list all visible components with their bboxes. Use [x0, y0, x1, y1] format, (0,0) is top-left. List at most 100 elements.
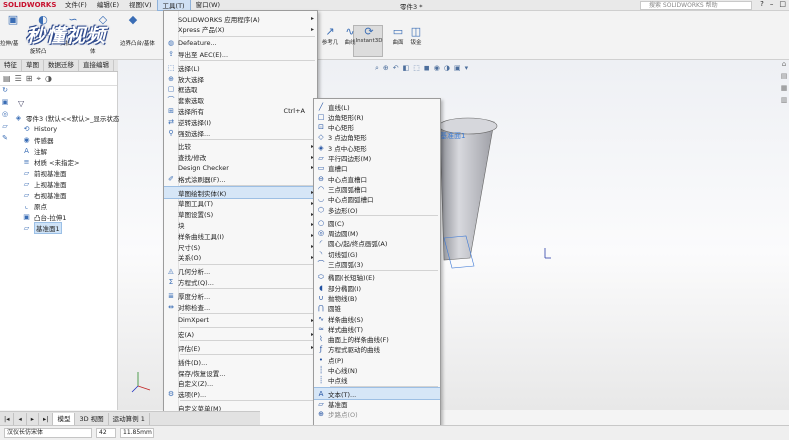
- menu-item[interactable]: 宏(A)▸: [164, 329, 317, 340]
- menu-item[interactable]: Σ 方程式(Q)...: [164, 276, 317, 287]
- previous-view-icon[interactable]: ↶: [393, 64, 399, 73]
- menu-2[interactable]: 视图(V): [124, 0, 157, 11]
- menu-item[interactable]: 自定义(Z)...: [164, 378, 317, 389]
- appearance-icon[interactable]: ◑: [444, 64, 450, 73]
- tree-item[interactable]: ◈ 零件3 (默认<<默认>_显示状态: [14, 112, 120, 123]
- menu-item[interactable]: ⇪ 导出至 AEC(E)...: [164, 48, 317, 59]
- menu-item[interactable]: 插件(D)...: [164, 356, 317, 367]
- submenu-item[interactable]: ⊕ 步路点(O): [314, 409, 440, 420]
- display-style-icon[interactable]: ◼: [424, 64, 430, 73]
- tree-item[interactable]: ≡ 材质 <未指定>: [22, 156, 80, 167]
- extrude-boss-icon[interactable]: ▣: [0, 13, 26, 26]
- menu-item[interactable]: ⊕ 放大选择: [164, 73, 317, 84]
- feature-tree-icon[interactable]: ▤: [3, 74, 11, 83]
- file-explorer-icon[interactable]: ▥: [779, 96, 789, 108]
- menu-0[interactable]: 文件(F): [60, 0, 92, 11]
- tree-item[interactable]: ▱ 基准面1: [22, 221, 62, 234]
- resources-icon[interactable]: ▤: [779, 72, 789, 84]
- cube-icon[interactable]: ▣: [0, 98, 10, 110]
- menu-1[interactable]: 编辑(E): [92, 0, 124, 11]
- tab-cmd-3[interactable]: 直接编辑: [79, 60, 114, 71]
- tab-cmd-0[interactable]: 特征: [0, 60, 22, 71]
- menu-item[interactable]: ⇹ 对称检查...: [164, 301, 317, 312]
- view-settings-icon[interactable]: ▾: [465, 64, 469, 73]
- menu-item[interactable]: 查找/修改▸: [164, 152, 317, 163]
- menu-item[interactable]: 草图绘制实体(K)▸: [164, 186, 317, 199]
- tab-bottom-0[interactable]: 模型: [53, 412, 76, 425]
- tab-nav-prev[interactable]: ◂: [14, 412, 27, 425]
- menu-item[interactable]: ◬ 几何分析...: [164, 266, 317, 277]
- tree-item[interactable]: ⟲ History: [22, 123, 58, 134]
- library-icon[interactable]: ▦: [779, 84, 789, 96]
- help-icon[interactable]: ?: [760, 0, 764, 8]
- eye-icon[interactable]: ◎: [0, 110, 10, 122]
- menu-item[interactable]: 关系(O)▸: [164, 252, 317, 263]
- menu-item[interactable]: 比较▸: [164, 141, 317, 152]
- display-manager-icon[interactable]: ◑: [45, 74, 52, 83]
- menu-item[interactable]: 草图工具(T)▸: [164, 198, 317, 209]
- text-height-field[interactable]: 11.85mm: [120, 428, 154, 438]
- sketch-icon[interactable]: ✎: [0, 134, 10, 146]
- configuration-icon[interactable]: ⊞: [26, 74, 33, 83]
- menu-item[interactable]: ≣ 厚度分析...: [164, 290, 317, 301]
- property-manager-icon[interactable]: ☰: [15, 74, 22, 83]
- plane-icon[interactable]: ▱: [0, 122, 10, 134]
- submenu-item[interactable]: ┊ 中点线: [314, 375, 440, 386]
- menu-item[interactable]: ⬚ 选择(L): [164, 62, 317, 73]
- tab-bottom-1[interactable]: 3D 视图: [75, 412, 109, 425]
- menu-item[interactable]: SOLIDWORKS 应用程序(A) ▸: [164, 13, 317, 24]
- submenu-item[interactable]: ⬡ 多边形(O): [314, 204, 440, 215]
- menu-item[interactable]: Design Checker▸: [164, 162, 317, 173]
- home-icon[interactable]: ⌂: [779, 60, 789, 72]
- menu-item[interactable]: 块▸: [164, 219, 317, 230]
- menu-item[interactable]: DimXpert▸: [164, 315, 317, 326]
- menu-item[interactable]: ⇄ 逆转选择(I): [164, 116, 317, 127]
- font-name-field[interactable]: 汉仪长仿宋体: [4, 428, 92, 438]
- menu-item[interactable]: ⌒ 套索选取: [164, 95, 317, 106]
- menu-item[interactable]: 样条曲线工具(I)▸: [164, 230, 317, 241]
- zoom-area-icon[interactable]: ⊕: [383, 64, 389, 73]
- tree-item[interactable]: ▱ 右视基准面: [22, 189, 67, 200]
- menu-item[interactable]: 保存/恢复设置...: [164, 367, 317, 378]
- tab-cmd-1[interactable]: 草图: [22, 60, 44, 71]
- menu-item[interactable]: ⚲ 强劲选择...: [164, 127, 317, 138]
- menu-item[interactable]: ⊞ 选择所有 Ctrl+A: [164, 105, 317, 116]
- view-orientation-icon[interactable]: ⬚: [413, 64, 420, 73]
- filter-icon[interactable]: ▽: [18, 99, 24, 108]
- tree-item[interactable]: ▱ 前视基准面: [22, 167, 67, 178]
- hide-show-icon[interactable]: ◉: [434, 64, 440, 73]
- 3pt-arc-icon: ⌒: [317, 260, 325, 268]
- minimize-icon[interactable]: –: [770, 0, 774, 8]
- tab-nav-last[interactable]: ▸|: [39, 412, 54, 425]
- maximize-icon[interactable]: □: [779, 0, 786, 8]
- section-view-icon[interactable]: ◧: [403, 64, 410, 73]
- menu-item[interactable]: ▢ 框选取: [164, 84, 317, 95]
- instant3d-button[interactable]: ⟳ Instant3D: [355, 25, 383, 44]
- dimxpert-icon[interactable]: ⌖: [36, 74, 41, 83]
- submenu-item[interactable]: ⌒ 三点圆弧(3): [314, 259, 440, 270]
- scene-icon[interactable]: ▣: [454, 64, 461, 73]
- rebuild-icon[interactable]: ↻: [0, 86, 10, 98]
- tree-item[interactable]: ▱ 上视基准面: [22, 178, 67, 189]
- tree-item[interactable]: ⌞ 原点: [22, 200, 47, 211]
- menu-item[interactable]: 尺寸(S)▸: [164, 241, 317, 252]
- menu-item[interactable]: 草图设置(S)▸: [164, 209, 317, 220]
- menu-item[interactable]: ⚙ 选项(P)...: [164, 389, 317, 400]
- tree-item[interactable]: A 注解: [22, 145, 47, 156]
- menu-item[interactable]: 评估(E)▸: [164, 342, 317, 353]
- menu-item[interactable]: Xpress 产品(X) ▸: [164, 24, 317, 35]
- boundary-icon[interactable]: ◆: [120, 13, 146, 26]
- tab-cmd-2[interactable]: 数据迁移: [44, 60, 79, 71]
- shell-button[interactable]: ◫ 钣金: [402, 25, 430, 46]
- help-search-input[interactable]: 搜索 SOLIDWORKS 帮助: [640, 1, 752, 10]
- tree-item[interactable]: ◉ 传感器: [22, 134, 53, 145]
- zoom-fit-icon[interactable]: ⌕: [375, 64, 379, 73]
- tree-item[interactable]: ▣ 凸台-拉伸1: [22, 211, 66, 222]
- tab-nav-first[interactable]: |◂: [0, 412, 15, 425]
- menu-item[interactable]: ✐ 格式涂刷器(F)...: [164, 173, 317, 184]
- menu-item[interactable]: ◍ Defeature...: [164, 38, 317, 49]
- tab-bottom-2[interactable]: 运动算例 1: [109, 412, 150, 425]
- font-size-field[interactable]: 42: [96, 428, 116, 438]
- select-all-icon: ⊞: [168, 106, 174, 115]
- tab-nav-next[interactable]: ▸: [27, 412, 39, 425]
